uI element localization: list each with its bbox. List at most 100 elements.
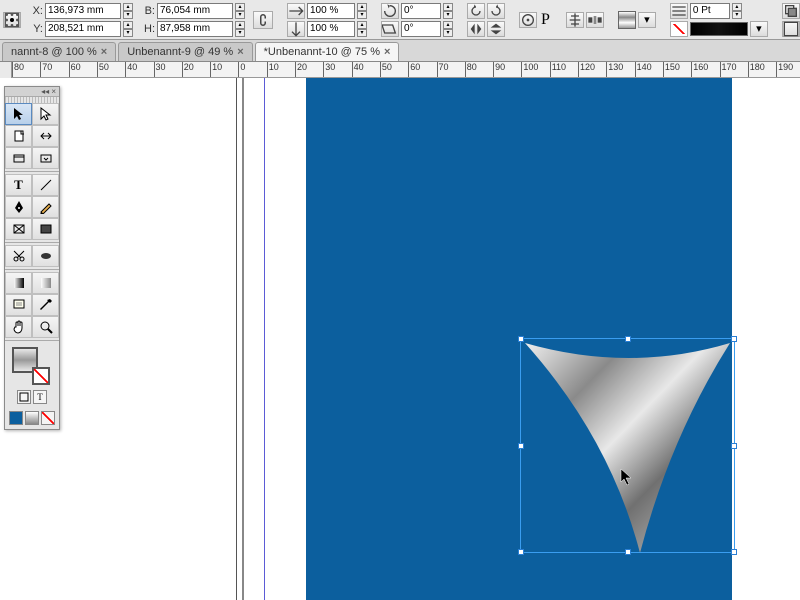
stroke-weight-icon: [670, 3, 688, 19]
stroke-weight-input[interactable]: [690, 3, 730, 19]
rot-spinner[interactable]: ▴▾: [443, 3, 453, 19]
scale-y-input[interactable]: [307, 21, 355, 37]
rectangle-frame-tool[interactable]: [5, 218, 32, 240]
tab-label: nannt-8 @ 100 %: [11, 46, 97, 58]
pen-tool[interactable]: [5, 196, 32, 218]
rotate-icon: [381, 3, 399, 19]
handle-w[interactable]: [518, 443, 524, 449]
handle-sw[interactable]: [518, 549, 524, 555]
shear-icon: [381, 21, 399, 37]
close-icon[interactable]: ×: [101, 46, 107, 58]
stroke-style-arrow[interactable]: ▾: [750, 21, 768, 37]
selection-tool[interactable]: [5, 103, 32, 125]
horizontal-ruler[interactable]: 8070605040302010010203040506070809010011…: [0, 62, 800, 78]
scale-x-input[interactable]: [307, 3, 355, 19]
fill-swatch[interactable]: [618, 11, 636, 29]
handle-s[interactable]: [625, 549, 631, 555]
handle-se[interactable]: [731, 549, 737, 555]
handle-e[interactable]: [731, 443, 737, 449]
paragraph-icon[interactable]: P: [539, 11, 552, 29]
scale-y-icon: [287, 21, 305, 37]
tab-label: *Unbenannt-10 @ 75 %: [264, 46, 380, 58]
selection-bounding-box: [520, 338, 735, 553]
select-content-button[interactable]: [519, 12, 537, 28]
stroke-swatch-big[interactable]: [32, 367, 50, 385]
apply-gradient-button[interactable]: [25, 411, 39, 425]
gradient-swatch-tool[interactable]: [5, 272, 32, 294]
y-input[interactable]: [45, 21, 121, 37]
h-spinner[interactable]: ▴▾: [235, 21, 245, 37]
tab-doc-9[interactable]: Unbenannt-9 @ 49 %×: [118, 42, 252, 61]
direct-selection-tool[interactable]: [32, 103, 59, 125]
guide-vertical[interactable]: [264, 78, 265, 600]
rotate-ccw-button[interactable]: [467, 3, 485, 19]
width-input[interactable]: [157, 3, 233, 19]
close-icon[interactable]: ×: [384, 46, 390, 58]
stroke-none-icon[interactable]: [670, 21, 688, 37]
panel-collapse-icon[interactable]: ◂◂ ×: [41, 87, 56, 96]
fill-stroke-swatch[interactable]: [12, 347, 52, 387]
content-collector-tool[interactable]: [5, 147, 32, 169]
gap-tool[interactable]: [32, 125, 59, 147]
w-spinner[interactable]: ▴▾: [235, 3, 245, 19]
y-spinner[interactable]: ▴▾: [123, 21, 133, 37]
rotate-input[interactable]: [401, 3, 441, 19]
tab-doc-10[interactable]: *Unbenannt-10 @ 75 % ×: [255, 42, 400, 61]
distribute-button[interactable]: [586, 12, 604, 28]
content-placer-tool[interactable]: [32, 147, 59, 169]
handle-ne[interactable]: [731, 336, 737, 342]
apply-none-button[interactable]: [41, 411, 55, 425]
eyedropper-tool[interactable]: [32, 294, 59, 316]
handle-nw[interactable]: [518, 336, 524, 342]
line-tool[interactable]: [32, 174, 59, 196]
effects-button[interactable]: [782, 3, 800, 19]
x-spinner[interactable]: ▴▾: [123, 3, 133, 19]
sx-spinner[interactable]: ▴▾: [357, 3, 367, 19]
panel-header[interactable]: ◂◂ ×: [5, 87, 59, 97]
scissors-tool[interactable]: [5, 245, 32, 267]
formatting-text-button[interactable]: T: [33, 390, 47, 404]
rectangle-tool[interactable]: [32, 218, 59, 240]
document-tabs: nannt-8 @ 100 % × Unbenannt-9 @ 49 %× *Un…: [0, 40, 800, 62]
flip-h-button[interactable]: [467, 21, 485, 37]
formatting-container-button[interactable]: [17, 390, 31, 404]
handle-n[interactable]: [625, 336, 631, 342]
type-tool[interactable]: T: [5, 174, 32, 196]
page-edge: [236, 78, 237, 600]
shear-input[interactable]: [401, 21, 441, 37]
gradient-feather-tool[interactable]: [32, 272, 59, 294]
w-label: B:: [141, 5, 155, 17]
pencil-tool[interactable]: [32, 196, 59, 218]
fill-dropdown[interactable]: ▾: [638, 12, 656, 28]
ruler-ticks: 8070605040302010010203040506070809010011…: [12, 62, 800, 77]
page-tool[interactable]: [5, 125, 32, 147]
x-input[interactable]: [45, 3, 121, 19]
h-label: H:: [141, 23, 155, 35]
tab-doc-8[interactable]: nannt-8 @ 100 % ×: [2, 42, 116, 61]
pt-spinner[interactable]: ▴▾: [732, 3, 742, 19]
tools-panel: ◂◂ × T T: [4, 86, 60, 430]
canvas[interactable]: [0, 78, 800, 600]
constrain-proportions-button[interactable]: [253, 11, 273, 29]
x-label: X:: [29, 5, 43, 17]
hand-tool[interactable]: [5, 316, 32, 338]
flip-v-button[interactable]: [487, 21, 505, 37]
sy-spinner[interactable]: ▴▾: [357, 21, 367, 37]
cursor-icon: [620, 468, 634, 486]
wrap-button[interactable]: [782, 21, 800, 37]
zoom-tool[interactable]: [32, 316, 59, 338]
note-tool[interactable]: [5, 294, 32, 316]
close-icon[interactable]: ×: [237, 46, 243, 58]
free-transform-tool[interactable]: [32, 245, 59, 267]
height-input[interactable]: [157, 21, 233, 37]
stroke-style-dropdown[interactable]: [690, 22, 748, 36]
shear-spinner[interactable]: ▴▾: [443, 21, 453, 37]
property-bar: X: ▴▾ Y: ▴▾ B: ▴▾ H: ▴▾ ▴▾ ▴▾ ▴▾ ▴▾ P: [0, 0, 800, 40]
rotate-cw-button[interactable]: [487, 3, 505, 19]
y-label: Y:: [29, 23, 43, 35]
reference-point-picker[interactable]: [3, 12, 21, 28]
apply-color-button[interactable]: [9, 411, 23, 425]
page-shadow: [242, 78, 244, 600]
ruler-origin[interactable]: [0, 62, 12, 78]
align-button[interactable]: [566, 12, 584, 28]
